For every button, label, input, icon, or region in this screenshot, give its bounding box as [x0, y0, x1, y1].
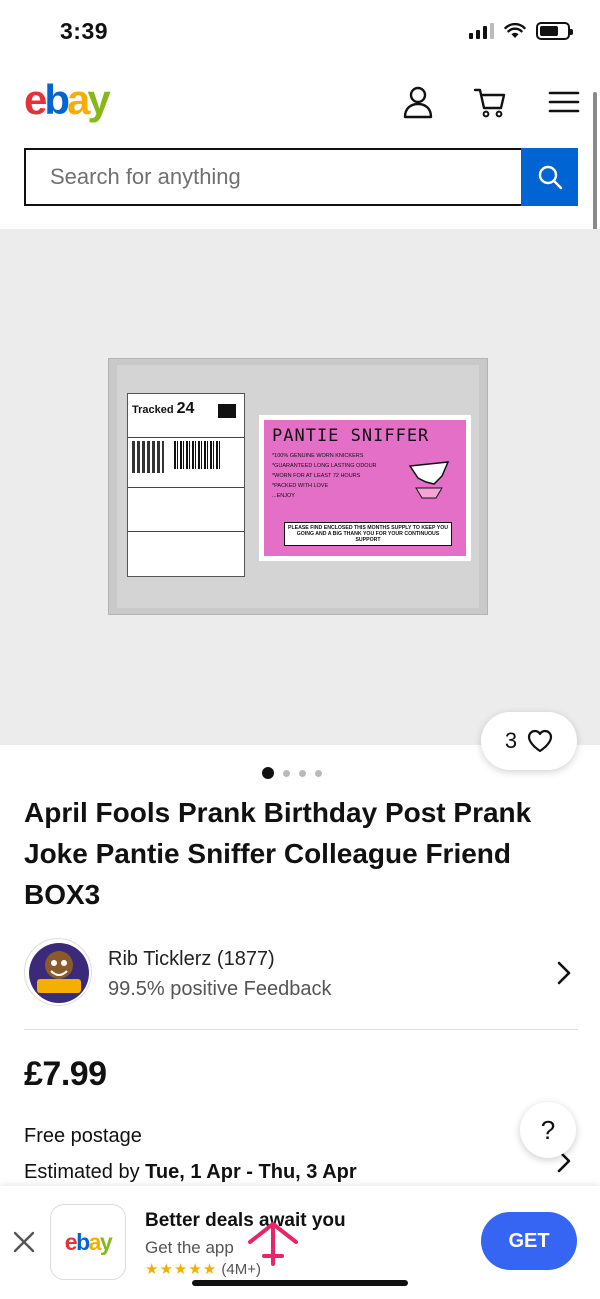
seller-name: Rib Ticklerz (1877)	[108, 948, 275, 970]
battery-icon	[536, 22, 573, 40]
signal-icon	[469, 23, 494, 39]
account-icon[interactable]	[400, 84, 436, 120]
estimate-dates: Tue, 1 Apr - Thu, 3 Apr	[145, 1161, 357, 1183]
status-time: 3:39	[60, 18, 109, 44]
qr-code-icon	[132, 441, 164, 473]
divider	[24, 1029, 578, 1030]
home-indicator	[192, 1280, 408, 1286]
seller-info[interactable]: Rib Ticklerz (1877) 99.5% positive Feedb…	[24, 938, 578, 1012]
get-app-label: GET	[508, 1229, 550, 1252]
logo-letter-a: a	[67, 76, 90, 123]
estimate-prefix: Estimated by	[24, 1161, 146, 1183]
logo-letter-e: e	[24, 76, 47, 123]
pagination-dot[interactable]	[315, 769, 322, 777]
product-image: Tracked 24 PANTIE SNIFFER *100% GENUINE …	[108, 358, 488, 615]
delivery-estimate[interactable]: Estimated by Tue, 1 Apr - Thu, 3 Apr	[24, 1161, 357, 1184]
star-rating-icon: ★★★★★	[145, 1261, 218, 1278]
image-pagination	[262, 767, 322, 779]
app-rating: ★★★★★ (4M+)	[145, 1260, 261, 1278]
royal-mail-icon	[218, 404, 236, 418]
scrollbar[interactable]	[593, 92, 597, 242]
pagination-dot[interactable]	[262, 767, 274, 779]
app-logo: ebay	[50, 1204, 126, 1280]
status-bar: 3:39	[0, 0, 600, 66]
pagination-dot[interactable]	[283, 769, 290, 777]
listing-title: April Fools Prank Birthday Post Prank Jo…	[24, 797, 532, 910]
seller-avatar	[24, 938, 92, 1006]
seller-feedback: 99.5% positive Feedback	[108, 978, 332, 1000]
pagination-dot[interactable]	[299, 769, 306, 777]
search-button[interactable]	[521, 148, 578, 206]
barcode-icon	[174, 441, 222, 469]
prank-label: PANTIE SNIFFER *100% GENUINE WORN KNICKE…	[259, 415, 471, 561]
help-button[interactable]: ?	[520, 1102, 576, 1158]
prank-label-footer: PLEASE FIND ENCLOSED THIS MONTHS SUPPLY …	[284, 522, 452, 546]
search-bar	[24, 148, 578, 206]
ebay-logo[interactable]: ebay	[24, 76, 111, 124]
logo-letter-y: y	[87, 76, 110, 123]
watch-count: 3	[504, 728, 518, 753]
label-tracked: Tracked	[132, 404, 174, 416]
header: ebay	[0, 66, 600, 146]
search-input[interactable]	[24, 148, 521, 206]
heart-icon	[528, 729, 553, 753]
wifi-icon	[504, 23, 526, 38]
logo-letter-b: b	[44, 76, 70, 123]
close-icon[interactable]	[12, 1230, 36, 1254]
menu-icon[interactable]	[546, 84, 582, 120]
product-image-carousel[interactable]: Tracked 24 PANTIE SNIFFER *100% GENUINE …	[0, 229, 600, 745]
search-icon	[538, 165, 562, 190]
hanger-overlay-icon	[248, 1222, 298, 1266]
get-app-button[interactable]: GET	[481, 1212, 577, 1270]
shipping-label: Tracked 24	[127, 393, 245, 577]
cart-icon[interactable]	[472, 84, 508, 120]
knickers-icon	[408, 461, 450, 499]
label-tracked-num: 24	[176, 400, 195, 417]
help-label: ?	[540, 1114, 556, 1145]
banner-subtitle: Get the app	[145, 1238, 234, 1257]
watch-button[interactable]: 3	[481, 712, 577, 770]
status-icons	[469, 22, 573, 40]
postage: Free postage	[24, 1125, 142, 1147]
chevron-right-icon	[557, 961, 571, 985]
prank-label-title: PANTIE SNIFFER	[272, 426, 430, 446]
price: £7.99	[24, 1055, 107, 1093]
